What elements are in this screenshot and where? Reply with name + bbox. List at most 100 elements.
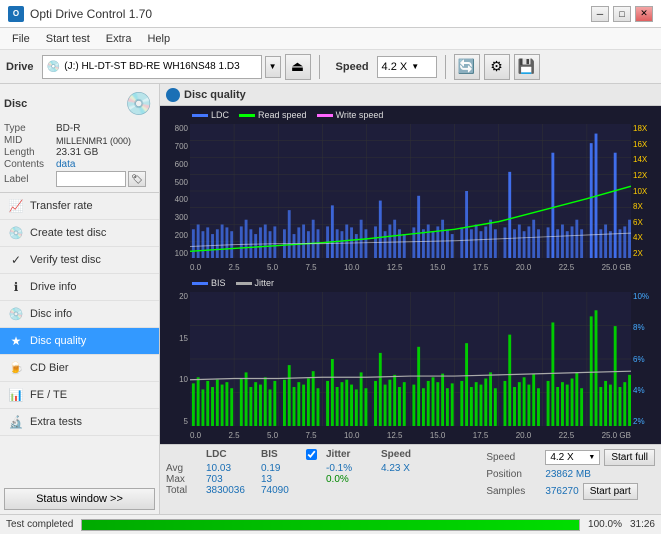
menu-file[interactable]: File — [4, 31, 38, 47]
close-button[interactable]: ✕ — [635, 6, 653, 22]
y1r-12x: 12X — [633, 171, 647, 180]
start-full-button[interactable]: Start full — [604, 449, 655, 466]
speed-value-display[interactable]: 4.2 X ▼ — [545, 450, 600, 465]
stats-header-row: LDC BIS Jitter Speed — [166, 449, 474, 463]
progress-bar-fill — [82, 520, 579, 530]
disc-icon: 💿 — [123, 88, 155, 120]
settings-button[interactable]: ⚙ — [484, 54, 510, 80]
x2-22.5: 22.5 — [559, 431, 575, 440]
drive-selector[interactable]: 💿 (J:) HL-DT-ST BD-RE WH16NS48 1.D3 — [42, 55, 262, 79]
nav-label-fe-te: FE / TE — [30, 389, 67, 401]
sidebar-item-create-test-disc[interactable]: 💿 Create test disc — [0, 220, 159, 247]
jitter-checkbox[interactable] — [306, 449, 317, 460]
chart1-y-right: 18X 16X 14X 12X 10X 8X 6X 4X 2X — [631, 124, 659, 258]
speed-selector[interactable]: 4.2 X ▼ — [377, 56, 437, 78]
stats-avg-jitter: -0.1% — [326, 463, 381, 474]
sidebar-item-fe-te[interactable]: 📊 FE / TE — [0, 382, 159, 409]
save-button[interactable]: 💾 — [514, 54, 540, 80]
y2r-2: 2% — [633, 417, 645, 426]
legend-jitter: Jitter — [236, 278, 275, 288]
stats-total-ldc: 3830036 — [206, 485, 261, 496]
x2-25: 25.0 GB — [602, 431, 631, 440]
refresh-button[interactable]: 🔄 — [454, 54, 480, 80]
x1-2.5: 2.5 — [228, 263, 239, 272]
maximize-button[interactable]: □ — [613, 6, 631, 22]
y2r-8: 8% — [633, 323, 645, 332]
disc-length-row: Length 23.31 GB — [4, 147, 155, 158]
drive-icon: 💿 — [47, 60, 61, 73]
stats-bis-header: BIS — [261, 449, 306, 463]
chart2-legend: BIS Jitter — [192, 278, 274, 288]
sidebar-item-disc-info[interactable]: 💿 Disc info — [0, 301, 159, 328]
y2-20: 20 — [179, 292, 188, 301]
y1-500: 500 — [175, 178, 188, 187]
sidebar-item-verify-test-disc[interactable]: ✓ Verify test disc — [0, 247, 159, 274]
disc-contents-label: Contents — [4, 159, 56, 170]
content-header-icon — [166, 88, 180, 102]
sidebar-item-drive-info[interactable]: ℹ Drive info — [0, 274, 159, 301]
stats-position-label: Position — [486, 469, 541, 480]
y2r-6: 6% — [633, 355, 645, 364]
sidebar-item-extra-tests[interactable]: 🔬 Extra tests — [0, 409, 159, 436]
stats-total-row: Total 3830036 74090 — [166, 485, 474, 496]
stats-samples-row: Samples 376270 Start part — [486, 483, 655, 500]
stats-total-bis: 74090 — [261, 485, 306, 496]
disc-info-icon: 💿 — [8, 306, 24, 322]
sidebar-item-transfer-rate[interactable]: 📈 Transfer rate — [0, 193, 159, 220]
chart2-x-labels: 0.0 2.5 5.0 7.5 10.0 12.5 15.0 17.5 20.0… — [190, 431, 631, 440]
disc-label-btn[interactable]: 🏷 — [128, 171, 146, 187]
speed-label: Speed — [336, 61, 369, 73]
disc-type-row: Type BD-R — [4, 123, 155, 134]
create-test-disc-icon: 💿 — [8, 225, 24, 241]
sidebar-item-disc-quality[interactable]: ★ Disc quality — [0, 328, 159, 355]
y1-100: 100 — [175, 249, 188, 258]
disc-label-input[interactable] — [56, 171, 126, 187]
minimize-button[interactable]: ─ — [591, 6, 609, 22]
stats-position-row: Position 23862 MB — [486, 469, 655, 480]
stats-max-jitter: 0.0% — [326, 474, 381, 485]
sidebar-item-cd-bier[interactable]: 🍺 CD Bier — [0, 355, 159, 382]
y2-10: 10 — [179, 375, 188, 384]
disc-mid-label: MID — [4, 135, 56, 146]
stats-avg-row: Avg 10.03 0.19 -0.1% 4.23 X — [166, 463, 474, 474]
disc-panel: Disc 💿 Type BD-R MID MILLENMR1 (000) Len… — [0, 84, 159, 193]
stats-avg-label: Avg — [166, 463, 206, 474]
stats-ldc-header: LDC — [206, 449, 261, 463]
stats-total-label: Total — [166, 485, 206, 496]
nav-label-transfer-rate: Transfer rate — [30, 200, 93, 212]
nav-label-extra-tests: Extra tests — [30, 416, 82, 428]
jitter-legend-label: Jitter — [255, 278, 275, 288]
extra-tests-icon: 🔬 — [8, 414, 24, 430]
ldc-legend-label: LDC — [211, 110, 229, 120]
menu-extra[interactable]: Extra — [98, 31, 140, 47]
x2-20: 20.0 — [516, 431, 532, 440]
drive-dropdown-arrow[interactable]: ▼ — [265, 56, 281, 78]
nav-label-drive-info: Drive info — [30, 281, 76, 293]
disc-mid-row: MID MILLENMR1 (000) — [4, 135, 155, 146]
x1-15: 15.0 — [430, 263, 446, 272]
stats-max-row: Max 703 13 0.0% — [166, 474, 474, 485]
x2-15: 15.0 — [430, 431, 446, 440]
charts-container: LDC Read speed Write speed 800 700 600 — [160, 106, 661, 444]
ldc-legend-color — [192, 114, 208, 117]
statusbar: Test completed 100.0% 31:26 — [0, 514, 661, 534]
status-window-button[interactable]: Status window >> — [4, 488, 155, 510]
x2-12.5: 12.5 — [387, 431, 403, 440]
x1-20: 20.0 — [516, 263, 532, 272]
stats-speed-row: Speed 4.2 X ▼ Start full — [486, 449, 655, 466]
y1r-4x: 4X — [633, 233, 643, 242]
nav-label-verify-test-disc: Verify test disc — [30, 254, 101, 266]
stats-empty-header — [166, 449, 206, 463]
progress-bar-container — [81, 519, 580, 531]
start-part-button[interactable]: Start part — [583, 483, 638, 500]
menu-start-test[interactable]: Start test — [38, 31, 98, 47]
speed-dropdown-icon: ▼ — [411, 62, 419, 71]
y2r-4: 4% — [633, 386, 645, 395]
speed-value: 4.2 X — [382, 61, 408, 73]
y1-200: 200 — [175, 231, 188, 240]
stats-table: LDC BIS Jitter Speed Avg 10.03 0.19 -0.1… — [160, 445, 480, 514]
stats-max-ldc: 703 — [206, 474, 261, 485]
disc-type-label: Type — [4, 123, 56, 134]
eject-button[interactable]: ⏏ — [285, 54, 311, 80]
menu-help[interactable]: Help — [139, 31, 178, 47]
